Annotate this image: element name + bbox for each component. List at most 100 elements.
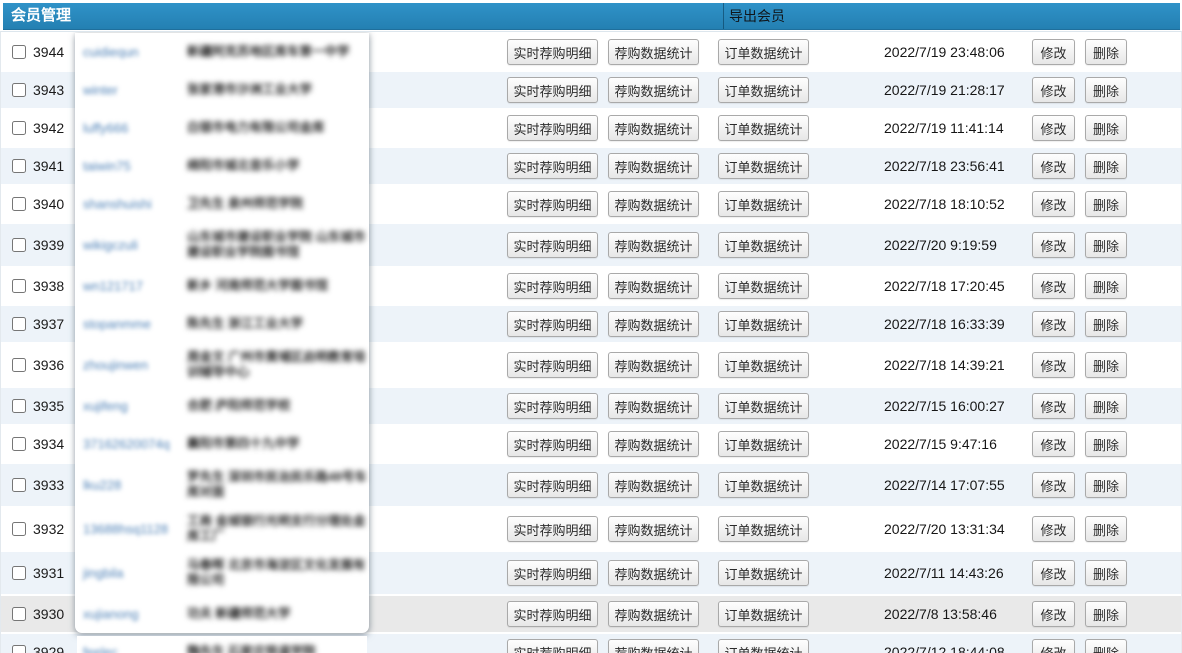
member-username-link[interactable]: luffy666 — [83, 121, 128, 136]
realtime-detail-button[interactable]: 实时荐购明细 — [507, 311, 598, 337]
edit-button[interactable]: 修改 — [1032, 273, 1075, 299]
row-checkbox[interactable] — [12, 159, 26, 173]
realtime-detail-button[interactable]: 实时荐购明细 — [507, 560, 598, 586]
edit-button[interactable]: 修改 — [1032, 311, 1075, 337]
row-checkbox[interactable] — [12, 399, 26, 413]
delete-button[interactable]: 删除 — [1085, 39, 1127, 65]
member-username-link[interactable]: 13688hsq1128 — [83, 522, 168, 537]
purchase-stats-button[interactable]: 荐购数据统计 — [608, 639, 699, 653]
delete-button[interactable]: 删除 — [1085, 639, 1127, 653]
edit-button[interactable]: 修改 — [1032, 39, 1075, 65]
order-stats-button[interactable]: 订单数据统计 — [718, 601, 809, 627]
member-username-link[interactable]: winter — [83, 83, 118, 98]
delete-button[interactable]: 删除 — [1085, 191, 1127, 217]
row-checkbox[interactable] — [12, 197, 26, 211]
member-username-link[interactable]: jingbila — [83, 566, 123, 581]
purchase-stats-button[interactable]: 荐购数据统计 — [608, 77, 699, 103]
export-members-button[interactable]: 导出会员 — [723, 3, 785, 29]
order-stats-button[interactable]: 订单数据统计 — [718, 115, 809, 141]
delete-button[interactable]: 删除 — [1085, 393, 1127, 419]
realtime-detail-button[interactable]: 实时荐购明细 — [507, 431, 598, 457]
row-checkbox[interactable] — [12, 45, 26, 59]
member-username-link[interactable]: taiwin75 — [83, 159, 131, 174]
row-checkbox[interactable] — [12, 317, 26, 331]
order-stats-button[interactable]: 订单数据统计 — [718, 393, 809, 419]
row-checkbox[interactable] — [12, 238, 26, 252]
member-username-link[interactable]: cuidiequn — [83, 45, 139, 60]
delete-button[interactable]: 删除 — [1085, 273, 1127, 299]
row-checkbox[interactable] — [12, 279, 26, 293]
delete-button[interactable]: 删除 — [1085, 352, 1127, 378]
purchase-stats-button[interactable]: 荐购数据统计 — [608, 560, 699, 586]
order-stats-button[interactable]: 订单数据统计 — [718, 77, 809, 103]
order-stats-button[interactable]: 订单数据统计 — [718, 273, 809, 299]
delete-button[interactable]: 删除 — [1085, 232, 1127, 258]
member-username-link[interactable]: xujianong — [83, 607, 139, 622]
edit-button[interactable]: 修改 — [1032, 601, 1075, 627]
member-username-link[interactable]: zhoujinwen — [83, 358, 148, 373]
delete-button[interactable]: 删除 — [1085, 431, 1127, 457]
realtime-detail-button[interactable]: 实时荐购明细 — [507, 601, 598, 627]
delete-button[interactable]: 删除 — [1085, 472, 1127, 498]
delete-button[interactable]: 删除 — [1085, 115, 1127, 141]
realtime-detail-button[interactable]: 实时荐购明细 — [507, 639, 598, 653]
edit-button[interactable]: 修改 — [1032, 153, 1075, 179]
row-checkbox[interactable] — [12, 437, 26, 451]
realtime-detail-button[interactable]: 实时荐购明细 — [507, 115, 598, 141]
purchase-stats-button[interactable]: 荐购数据统计 — [608, 352, 699, 378]
purchase-stats-button[interactable]: 荐购数据统计 — [608, 516, 699, 542]
purchase-stats-button[interactable]: 荐购数据统计 — [608, 191, 699, 217]
delete-button[interactable]: 删除 — [1085, 560, 1127, 586]
edit-button[interactable]: 修改 — [1032, 115, 1075, 141]
purchase-stats-button[interactable]: 荐购数据统计 — [608, 472, 699, 498]
row-checkbox[interactable] — [12, 83, 26, 97]
edit-button[interactable]: 修改 — [1032, 352, 1075, 378]
realtime-detail-button[interactable]: 实时荐购明细 — [507, 352, 598, 378]
member-username-link[interactable]: wn121717 — [83, 279, 143, 294]
edit-button[interactable]: 修改 — [1032, 77, 1075, 103]
row-checkbox[interactable] — [12, 358, 26, 372]
member-username-link[interactable]: stopanmme — [83, 317, 151, 332]
row-checkbox[interactable] — [12, 607, 26, 621]
edit-button[interactable]: 修改 — [1032, 431, 1075, 457]
order-stats-button[interactable]: 订单数据统计 — [718, 431, 809, 457]
member-username-link[interactable]: wikigczuli — [83, 238, 138, 253]
edit-button[interactable]: 修改 — [1032, 516, 1075, 542]
purchase-stats-button[interactable]: 荐购数据统计 — [608, 273, 699, 299]
realtime-detail-button[interactable]: 实时荐购明细 — [507, 191, 598, 217]
order-stats-button[interactable]: 订单数据统计 — [718, 191, 809, 217]
realtime-detail-button[interactable]: 实时荐购明细 — [507, 39, 598, 65]
row-checkbox[interactable] — [12, 522, 26, 536]
order-stats-button[interactable]: 订单数据统计 — [718, 352, 809, 378]
order-stats-button[interactable]: 订单数据统计 — [718, 639, 809, 653]
edit-button[interactable]: 修改 — [1032, 393, 1075, 419]
delete-button[interactable]: 删除 — [1085, 153, 1127, 179]
order-stats-button[interactable]: 订单数据统计 — [718, 232, 809, 258]
realtime-detail-button[interactable]: 实时荐购明细 — [507, 153, 598, 179]
purchase-stats-button[interactable]: 荐购数据统计 — [608, 393, 699, 419]
row-checkbox[interactable] — [12, 566, 26, 580]
member-username-link[interactable]: lku228 — [83, 478, 121, 493]
row-checkbox[interactable] — [12, 645, 26, 653]
row-checkbox[interactable] — [12, 478, 26, 492]
purchase-stats-button[interactable]: 荐购数据统计 — [608, 311, 699, 337]
realtime-detail-button[interactable]: 实时荐购明细 — [507, 77, 598, 103]
delete-button[interactable]: 删除 — [1085, 601, 1127, 627]
member-username-link[interactable]: shanshuishi — [83, 197, 152, 212]
member-username-link[interactable]: xujifeng — [83, 399, 128, 414]
member-username-link[interactable]: 37162620074q — [83, 437, 170, 452]
order-stats-button[interactable]: 订单数据统计 — [718, 39, 809, 65]
realtime-detail-button[interactable]: 实时荐购明细 — [507, 232, 598, 258]
order-stats-button[interactable]: 订单数据统计 — [718, 472, 809, 498]
edit-button[interactable]: 修改 — [1032, 560, 1075, 586]
edit-button[interactable]: 修改 — [1032, 191, 1075, 217]
realtime-detail-button[interactable]: 实时荐购明细 — [507, 393, 598, 419]
row-checkbox[interactable] — [12, 121, 26, 135]
order-stats-button[interactable]: 订单数据统计 — [718, 311, 809, 337]
order-stats-button[interactable]: 订单数据统计 — [718, 153, 809, 179]
edit-button[interactable]: 修改 — [1032, 472, 1075, 498]
purchase-stats-button[interactable]: 荐购数据统计 — [608, 232, 699, 258]
delete-button[interactable]: 删除 — [1085, 77, 1127, 103]
realtime-detail-button[interactable]: 实时荐购明细 — [507, 516, 598, 542]
member-username-link[interactable]: feelec — [83, 645, 118, 653]
